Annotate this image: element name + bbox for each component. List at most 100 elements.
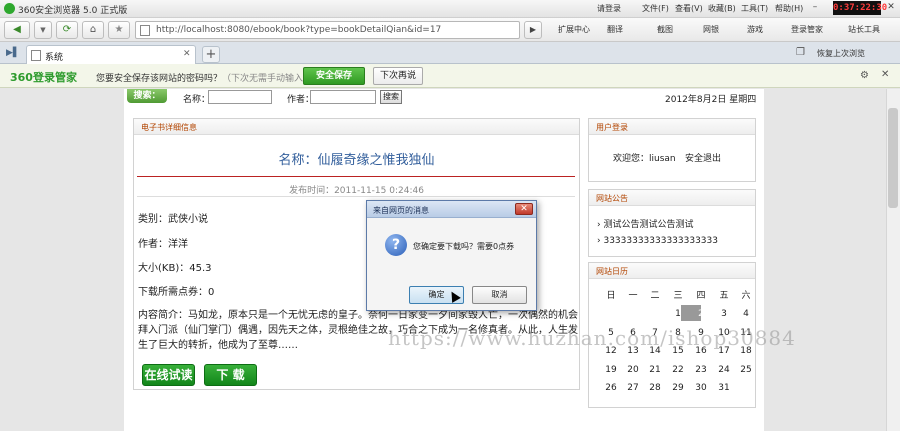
extension-center[interactable]: 扩展中心 bbox=[558, 24, 590, 35]
user-panel-title: 用户登录 bbox=[589, 119, 755, 135]
close-window-icon[interactable]: ✕ bbox=[886, 2, 896, 14]
calendar-day[interactable]: 25 bbox=[736, 365, 756, 375]
search-name-label: 名称： bbox=[183, 95, 211, 105]
current-date: 2012年8月2日 星期四 bbox=[665, 95, 757, 105]
refresh-button[interactable]: ⟳ bbox=[56, 21, 78, 39]
login-manager-brand: 360登录管家 bbox=[10, 71, 77, 84]
download-points: 下载所需点券：0 bbox=[138, 287, 215, 298]
restore-last-session[interactable]: 恢复上次浏览 bbox=[817, 48, 865, 59]
scrollbar-thumb[interactable] bbox=[888, 108, 898, 208]
book-title: 名称：仙履奇缘之惟我独仙 bbox=[278, 153, 435, 168]
dialog-title-bar: 来自网页的消息 ✕ bbox=[367, 201, 536, 218]
title-divider bbox=[137, 176, 575, 177]
home-button[interactable]: ⌂ bbox=[82, 21, 104, 39]
search-author-input[interactable] bbox=[310, 90, 376, 104]
clock-display: 0:37:22:30 bbox=[833, 1, 888, 15]
calendar-day[interactable]: 21 bbox=[645, 365, 665, 375]
tab-title: 系统 bbox=[45, 53, 64, 63]
page-icon bbox=[140, 25, 150, 36]
calendar-day[interactable]: 3 bbox=[714, 309, 734, 319]
later-button[interactable]: 下次再说 bbox=[373, 67, 423, 85]
login-manager-tool[interactable]: 登录管家 bbox=[791, 24, 823, 35]
download-button[interactable]: 下 载 bbox=[204, 364, 257, 386]
notice-item-text[interactable]: 33333333333333333333 bbox=[603, 236, 718, 246]
sidebar-toggle-icon[interactable]: ▶▌ bbox=[6, 48, 20, 58]
notice-item-text[interactable]: 测试公告测试公告测试 bbox=[603, 220, 693, 230]
calendar-day[interactable]: 22 bbox=[668, 365, 688, 375]
tab-bar: ▶▌ 系统 ✕ + ❐ 恢复上次浏览 bbox=[0, 42, 900, 64]
book-author: 作者：洋洋 bbox=[138, 239, 188, 250]
dialog-cancel-button[interactable]: 取消 bbox=[472, 286, 527, 304]
page-icon bbox=[31, 50, 41, 61]
menu-tools[interactable]: 工具(T) bbox=[741, 3, 768, 14]
search-button[interactable]: 搜索 bbox=[380, 90, 402, 104]
app-title: 360安全浏览器 5.0 正式版 bbox=[18, 6, 128, 16]
calendar-day[interactable]: 20 bbox=[623, 365, 643, 375]
calendar-weekday: 六 bbox=[741, 291, 751, 301]
calendar-weekday: 一 bbox=[628, 291, 638, 301]
translate-tool[interactable]: 翻译 bbox=[607, 24, 623, 35]
calendar-day[interactable]: 27 bbox=[623, 383, 643, 393]
user-login-panel: 用户登录 bbox=[588, 118, 756, 182]
question-icon: ? bbox=[385, 234, 407, 256]
minimize-icon[interactable]: – bbox=[810, 2, 820, 14]
calendar-day[interactable]: 30 bbox=[691, 383, 711, 393]
calendar-day[interactable]: 1 bbox=[668, 309, 688, 319]
calendar-day[interactable]: 19 bbox=[601, 365, 621, 375]
calendar-day[interactable]: 23 bbox=[691, 365, 711, 375]
book-category: 类别：武侠小说 bbox=[138, 214, 208, 225]
logout-link[interactable]: 安全退出 bbox=[685, 151, 721, 164]
menu-file[interactable]: 文件(F) bbox=[642, 3, 669, 14]
back-button[interactable]: ◀ bbox=[4, 21, 30, 39]
calendar-day[interactable]: 28 bbox=[645, 383, 665, 393]
calendar-day[interactable]: 26 bbox=[601, 383, 621, 393]
calendar-day[interactable]: 24 bbox=[714, 365, 734, 375]
screenshot-tool[interactable]: 截图 bbox=[657, 24, 673, 35]
search-name-input[interactable] bbox=[208, 90, 272, 104]
game-tool[interactable]: 游戏 bbox=[747, 24, 763, 35]
menu-view[interactable]: 查看(V) bbox=[675, 3, 703, 14]
publish-time: 发布时间：2011-11-15 0:24:46 bbox=[289, 186, 424, 196]
safe-save-button[interactable]: 安全保存 bbox=[303, 67, 365, 85]
question-hint: （下次无需手动输入） bbox=[222, 74, 313, 84]
notice-item[interactable]: › 测试公告测试公告测试 bbox=[597, 217, 693, 230]
go-button[interactable]: ▶ bbox=[524, 21, 542, 39]
calendar-day[interactable]: 4 bbox=[736, 309, 756, 319]
calendar-weekday: 二 bbox=[650, 291, 660, 301]
close-tab-icon[interactable]: ✕ bbox=[183, 49, 191, 59]
search-tag: 搜索： bbox=[127, 89, 167, 103]
menu-favorites[interactable]: 收藏(B) bbox=[708, 3, 736, 14]
book-panel-title: 电子书详细信息 bbox=[134, 119, 579, 135]
calendar-weekday: 日 bbox=[606, 291, 616, 301]
settings-gear-icon[interactable]: ⚙ bbox=[860, 70, 869, 81]
url-text[interactable]: http://localhost:8080/ebook/book?type=bo… bbox=[156, 25, 441, 35]
window-list-icon[interactable]: ❐ bbox=[796, 47, 805, 58]
notice-item[interactable]: › 33333333333333333333 bbox=[597, 236, 718, 246]
meta-divider bbox=[137, 196, 575, 197]
calendar-panel-title: 网站日历 bbox=[589, 263, 755, 279]
title-bar: 360安全浏览器 5.0 正式版 请登录 文件(F) 查看(V) 收藏(B) 工… bbox=[0, 0, 900, 18]
webmaster-tool[interactable]: 站长工具 bbox=[848, 24, 880, 35]
menu-help[interactable]: 帮助(H) bbox=[775, 3, 803, 14]
save-password-question: 您要安全保存该网站的密码吗？（下次无需手动输入） bbox=[96, 71, 312, 84]
book-size: 大小(KB)：45.3 bbox=[138, 263, 212, 274]
calendar-weekday: 三 bbox=[673, 291, 683, 301]
calendar-day[interactable]: 29 bbox=[668, 383, 688, 393]
calendar-day[interactable]: 31 bbox=[714, 383, 734, 393]
read-online-button[interactable]: 在线试读 bbox=[142, 364, 195, 386]
welcome-text: 欢迎您：liusan bbox=[613, 154, 676, 164]
calendar-weekday: 五 bbox=[719, 291, 729, 301]
notice-panel-title: 网站公告 bbox=[589, 190, 755, 206]
dialog-close-icon[interactable]: ✕ bbox=[515, 203, 533, 215]
dialog-message: 您确定要下载吗？需要0点券 bbox=[413, 242, 515, 251]
favorite-star-icon[interactable]: ★ bbox=[108, 21, 130, 39]
bank-tool[interactable]: 网银 bbox=[703, 24, 719, 35]
browser-logo-icon bbox=[4, 3, 15, 14]
new-tab-button[interactable]: + bbox=[202, 46, 220, 63]
forward-button[interactable]: ▼ bbox=[34, 21, 52, 39]
address-bar[interactable]: http://localhost:8080/ebook/book?type=bo… bbox=[135, 21, 520, 39]
calendar-day[interactable]: 2 bbox=[691, 309, 711, 319]
tab-system[interactable]: 系统 ✕ bbox=[26, 45, 196, 64]
close-bar-icon[interactable]: ✕ bbox=[881, 69, 889, 80]
login-link[interactable]: 请登录 bbox=[597, 3, 621, 14]
